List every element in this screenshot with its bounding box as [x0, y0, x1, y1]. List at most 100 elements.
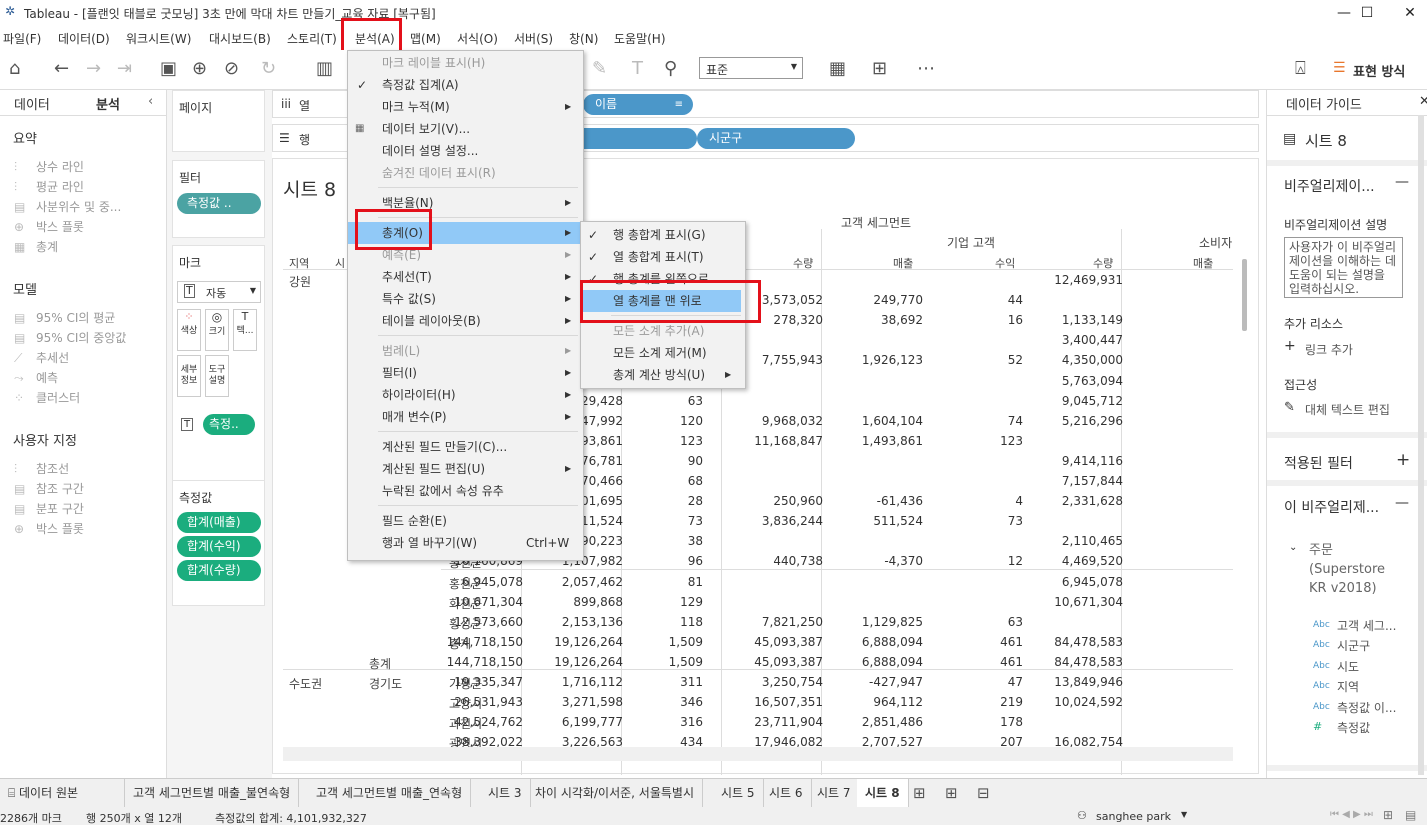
chevron-down-icon[interactable]: ▼: [1181, 810, 1187, 819]
totals-menu-item[interactable]: 모든 소계 추가(A): [581, 320, 745, 342]
analysis-menu-item[interactable]: 숨겨진 데이터 표시(R): [348, 162, 583, 184]
sheet-tab[interactable]: 시트 5: [713, 779, 764, 807]
analysis-menu-item[interactable]: 범례(L) ▶: [348, 340, 583, 362]
filters-card[interactable]: 필터 측정값 ..: [172, 160, 265, 238]
analysis-menu-item[interactable]: 추세선(T) ▶: [348, 266, 583, 288]
menu-server[interactable]: 서버(S): [514, 30, 553, 47]
field-item[interactable]: 지역: [1337, 678, 1359, 695]
distribution-band-item[interactable]: ▤ 분포 구간: [14, 500, 84, 517]
field-item[interactable]: 시군구: [1337, 637, 1370, 654]
analysis-menu-item[interactable]: 누락된 값에서 속성 유추: [348, 480, 583, 502]
totals-menu-item[interactable]: ✓ 행 총합계 표시(G): [581, 224, 745, 246]
menu-worksheet[interactable]: 워크시트(W): [126, 30, 191, 47]
sheet-tab[interactable]: 시트 7: [809, 779, 860, 807]
home-icon[interactable]: ⌂: [9, 58, 20, 80]
constant-line-item[interactable]: ⫶ 상수 라인: [14, 158, 84, 175]
totals-menu-item[interactable]: ✓ 열 총합계 표시(T): [581, 246, 745, 268]
vertical-scrollbar[interactable]: [1242, 259, 1247, 331]
maximize-icon[interactable]: ☐: [1345, 2, 1389, 24]
menu-window[interactable]: 창(N): [569, 30, 598, 47]
chevron-down-icon[interactable]: ⌄: [1289, 542, 1297, 553]
pin-icon[interactable]: ✎: [592, 58, 607, 80]
menu-help[interactable]: 도움말(H): [614, 30, 666, 47]
replay-icon[interactable]: ⇥: [117, 58, 132, 80]
fit-dropdown[interactable]: 표준 ▼: [699, 57, 803, 79]
trend-line-item[interactable]: ⟋ 추세선: [14, 349, 69, 366]
quartile-item[interactable]: ▤ 사분위수 및 중...: [14, 198, 121, 215]
horizontal-scrollbar[interactable]: [283, 747, 1233, 761]
menu-map[interactable]: 맵(M): [410, 30, 441, 47]
collapse-icon[interactable]: —: [1395, 495, 1409, 511]
alt-text-link[interactable]: 대체 텍스트 편집: [1305, 401, 1390, 418]
mark-type-dropdown[interactable]: T 자동 ▼: [177, 281, 261, 303]
size-button[interactable]: ◎ 크기: [205, 309, 229, 351]
box-plot-custom-item[interactable]: ⊕ 박스 플롯: [14, 520, 84, 537]
presentation-icon[interactable]: ⊞: [872, 58, 887, 80]
new-dashboard-icon[interactable]: ⊞: [945, 784, 958, 802]
totals-menu-item[interactable]: 총계 계산 방식(U) ▶: [581, 364, 745, 386]
text-button[interactable]: T 텍...: [233, 309, 257, 351]
user-name[interactable]: sanghee park: [1096, 810, 1171, 823]
menu-dashboard[interactable]: 대시보드(B): [209, 30, 271, 47]
sheet-tab-active[interactable]: 시트 8: [857, 779, 909, 807]
show-me-icon[interactable]: ☰: [1333, 60, 1346, 76]
field-item[interactable]: 고객 세그...: [1337, 617, 1396, 634]
pages-card[interactable]: 페이지: [172, 90, 265, 152]
column-pill[interactable]: 이름 ≡: [583, 94, 693, 115]
sheet-tab[interactable]: 시트 3: [480, 779, 531, 807]
filmstrip-view-icon[interactable]: ▤: [1405, 808, 1416, 822]
collapse-icon[interactable]: ‹: [148, 94, 153, 109]
menu-data[interactable]: 데이터(D): [58, 30, 110, 47]
add-link[interactable]: 링크 추가: [1305, 341, 1353, 358]
analysis-menu-item[interactable]: 마크 레이블 표시(H): [348, 52, 583, 74]
tab-data[interactable]: 데이터: [14, 94, 50, 113]
measure-pill-quantity[interactable]: 합계(수량): [177, 560, 261, 581]
pause-icon[interactable]: ⊘: [224, 58, 239, 80]
row-pill-sigungu[interactable]: 시군구: [697, 128, 855, 149]
close-icon[interactable]: ✕: [1388, 2, 1427, 24]
sheet-tab[interactable]: 시트 6: [761, 779, 812, 807]
plus-icon[interactable]: +: [1396, 450, 1410, 470]
new-story-icon[interactable]: ⊟: [977, 784, 990, 802]
close-icon[interactable]: ✕: [1419, 94, 1427, 109]
analysis-menu-item[interactable]: ▦ 데이터 보기(V)...: [348, 118, 583, 140]
grid-view-icon[interactable]: ⊞: [1383, 808, 1393, 822]
label-icon[interactable]: T: [632, 58, 643, 80]
ci-mean-item[interactable]: ▤ 95% CI의 평균: [14, 309, 115, 326]
analysis-menu-item[interactable]: 필터(I) ▶: [348, 362, 583, 384]
collapse-icon[interactable]: —: [1395, 174, 1409, 190]
field-item[interactable]: 시도: [1337, 658, 1359, 675]
share-icon[interactable]: ⋯: [917, 58, 935, 80]
refresh-icon[interactable]: ↻: [261, 58, 276, 80]
analysis-menu-item[interactable]: 특수 값(S) ▶: [348, 288, 583, 310]
nav-icon[interactable]: ⏮ ◀ ▶ ⏭: [1330, 809, 1373, 820]
tooltip-button[interactable]: 도구 설명: [205, 355, 229, 397]
field-item[interactable]: 측정값: [1337, 719, 1370, 736]
average-line-item[interactable]: ⫶ 평균 라인: [14, 178, 84, 195]
tab-analysis[interactable]: 분석: [96, 94, 120, 113]
new-datasource-icon[interactable]: ⊕: [192, 58, 207, 80]
analysis-menu-item[interactable]: 계산된 필드 편집(U) ▶: [348, 458, 583, 480]
datasource-tab[interactable]: ⌸ 데이터 원본: [0, 779, 125, 807]
row-pill-hidden[interactable]: [573, 128, 697, 149]
cluster-item[interactable]: ⁘ 클러스터: [14, 389, 80, 406]
sheet-tab[interactable]: 고객 세그먼트별 매출_불연속형: [125, 779, 300, 807]
right-scrollbar[interactable]: [1418, 115, 1424, 775]
analysis-menu-item[interactable]: 계산된 필드 만들기(C)...: [348, 436, 583, 458]
analysis-menu-item[interactable]: 하이라이터(H) ▶: [348, 384, 583, 406]
fix-axes-icon[interactable]: ⚲: [664, 58, 677, 80]
sheet-tab[interactable]: 차이 시각화/이서준, 서울특별시: [527, 779, 704, 807]
measure-pill-sales[interactable]: 합계(매출): [177, 512, 261, 533]
marks-pill[interactable]: 측정..: [203, 414, 255, 435]
ci-median-item[interactable]: ▤ 95% CI의 중앙값: [14, 329, 126, 346]
analysis-menu-item[interactable]: ✓ 측정값 집계(A): [348, 74, 583, 96]
sheet-tab[interactable]: 고객 세그먼트별 매출_연속형: [308, 779, 472, 807]
color-button[interactable]: ⁘ 색상: [177, 309, 201, 351]
reference-band-item[interactable]: ▤ 참조 구간: [14, 480, 84, 497]
forecast-item[interactable]: ⤳ 예측: [14, 369, 58, 386]
analysis-menu-item[interactable]: 테이블 레이아웃(B) ▶: [348, 310, 583, 332]
new-worksheet-icon[interactable]: ⊞: [913, 784, 926, 802]
totals-item[interactable]: ▦ 총계: [14, 238, 58, 255]
analysis-menu-item[interactable]: 필드 순환(E): [348, 510, 583, 532]
measure-pill-profit[interactable]: 합계(수익): [177, 536, 261, 557]
